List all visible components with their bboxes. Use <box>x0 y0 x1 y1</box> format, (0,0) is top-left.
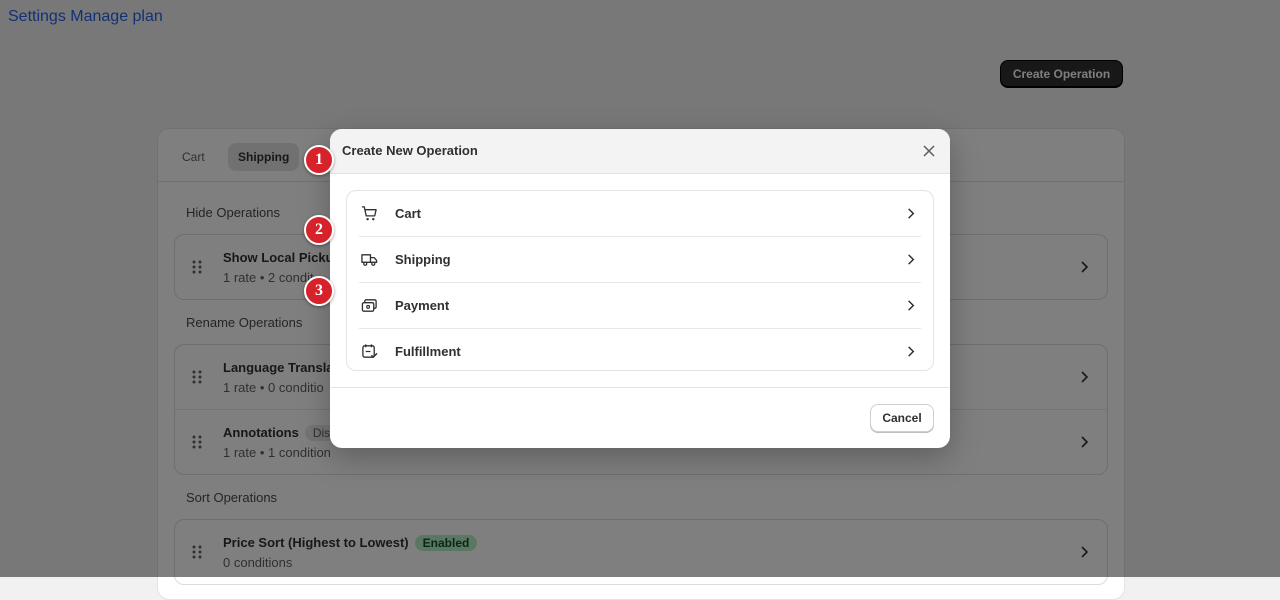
operation-item-payment[interactable]: Payment <box>359 282 921 328</box>
cart-icon <box>361 206 377 221</box>
chevron-right-icon <box>908 254 915 265</box>
modal-footer: Cancel <box>330 387 950 448</box>
operation-type-list: Cart Shipping Payment Fulfillment <box>346 190 934 371</box>
annotation-marker-2: 2 <box>304 215 334 245</box>
operation-item-shipping[interactable]: Shipping <box>359 236 921 282</box>
truck-icon <box>361 254 378 266</box>
create-operation-modal: Create New Operation Cart Shipping Payme… <box>330 129 950 448</box>
operation-item-cart[interactable]: Cart <box>359 191 921 236</box>
payment-icon <box>361 299 377 312</box>
chevron-right-icon <box>908 346 915 357</box>
fulfillment-icon <box>362 344 378 359</box>
chevron-right-icon <box>908 208 915 219</box>
cancel-button[interactable]: Cancel <box>870 404 934 432</box>
operation-item-label: Payment <box>395 298 450 313</box>
modal-header: Create New Operation <box>330 129 950 174</box>
operation-item-label: Cart <box>395 206 422 221</box>
annotation-marker-3: 3 <box>304 276 334 306</box>
operation-item-fulfillment[interactable]: Fulfillment <box>359 328 921 374</box>
close-icon[interactable] <box>922 144 936 158</box>
operation-item-label: Shipping <box>395 252 451 267</box>
chevron-right-icon <box>908 300 915 311</box>
modal-title: Create New Operation <box>342 143 478 158</box>
annotation-marker-1: 1 <box>304 145 334 175</box>
operation-item-label: Fulfillment <box>395 344 461 359</box>
